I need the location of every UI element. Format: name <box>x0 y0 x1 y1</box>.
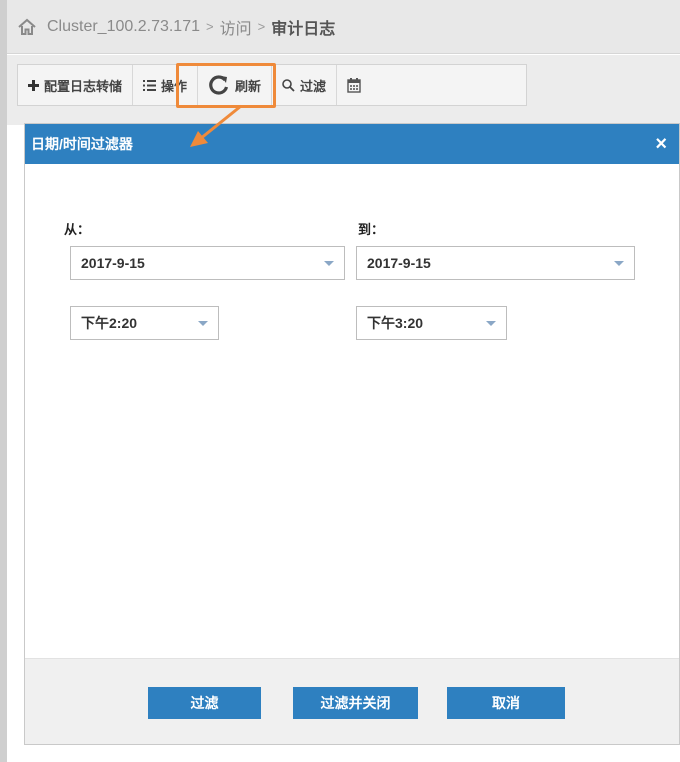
close-icon[interactable]: × <box>655 134 667 154</box>
config-forwarding-button[interactable]: 配置日志转储 <box>18 65 134 105</box>
from-time-value: 下午2:20 <box>81 315 138 331</box>
plus-icon <box>28 79 39 91</box>
breadcrumb-cluster[interactable]: Cluster_100.2.73.171 <box>47 18 200 36</box>
cancel-button[interactable]: 取消 <box>447 687 565 719</box>
refresh-icon <box>208 74 230 96</box>
to-label: 到： <box>358 222 385 237</box>
calendar-button[interactable] <box>337 65 376 105</box>
refresh-label: 刷新 <box>235 78 262 94</box>
search-icon <box>282 78 295 92</box>
to-date-select[interactable]: 2017-9-15 <box>356 246 635 280</box>
from-date-value: 2017-9-15 <box>81 255 145 271</box>
calendar-icon <box>347 77 361 93</box>
home-icon[interactable] <box>17 17 37 37</box>
filter-button[interactable]: 过滤 <box>272 65 338 105</box>
chevron-down-icon <box>486 321 496 326</box>
refresh-button[interactable]: 刷新 <box>198 65 273 105</box>
chevron-down-icon <box>324 261 334 266</box>
from-date-select[interactable]: 2017-9-15 <box>70 246 345 280</box>
filter-apply-button[interactable]: 过滤 <box>148 687 261 719</box>
left-edge <box>0 0 7 762</box>
operations-label: 操作 <box>161 78 188 94</box>
breadcrumb: Cluster_100.2.73.171 > 访问 > 审计日志 <box>7 0 680 54</box>
chevron-down-icon <box>198 321 208 326</box>
chevron-down-icon <box>614 261 624 266</box>
toolbar: 配置日志转储 操作 刷新 过滤 <box>17 64 527 106</box>
list-icon <box>143 79 157 91</box>
breadcrumb-separator: > <box>257 19 266 34</box>
dialog-title: 日期/时间过滤器 <box>31 136 133 152</box>
filter-label: 过滤 <box>300 78 327 94</box>
breadcrumb-section[interactable]: 访问 <box>220 15 252 39</box>
to-time-value: 下午3:20 <box>367 315 424 331</box>
breadcrumb-current: 审计日志 <box>271 20 336 38</box>
from-label: 从： <box>64 222 91 237</box>
datetime-filter-dialog: 日期/时间过滤器 × 从： 到： 2017-9-15 2017-9-15 下午2… <box>24 123 680 745</box>
to-time-select[interactable]: 下午3:20 <box>356 306 507 340</box>
dialog-header: 日期/时间过滤器 × <box>25 124 679 164</box>
from-time-select[interactable]: 下午2:20 <box>70 306 219 340</box>
config-forwarding-label: 配置日志转储 <box>44 78 123 94</box>
filter-and-close-button[interactable]: 过滤并关闭 <box>293 687 418 719</box>
breadcrumb-separator: > <box>206 19 214 34</box>
dialog-footer: 过滤 过滤并关闭 取消 <box>25 658 679 744</box>
to-date-value: 2017-9-15 <box>367 255 431 271</box>
operations-button[interactable]: 操作 <box>133 65 199 105</box>
